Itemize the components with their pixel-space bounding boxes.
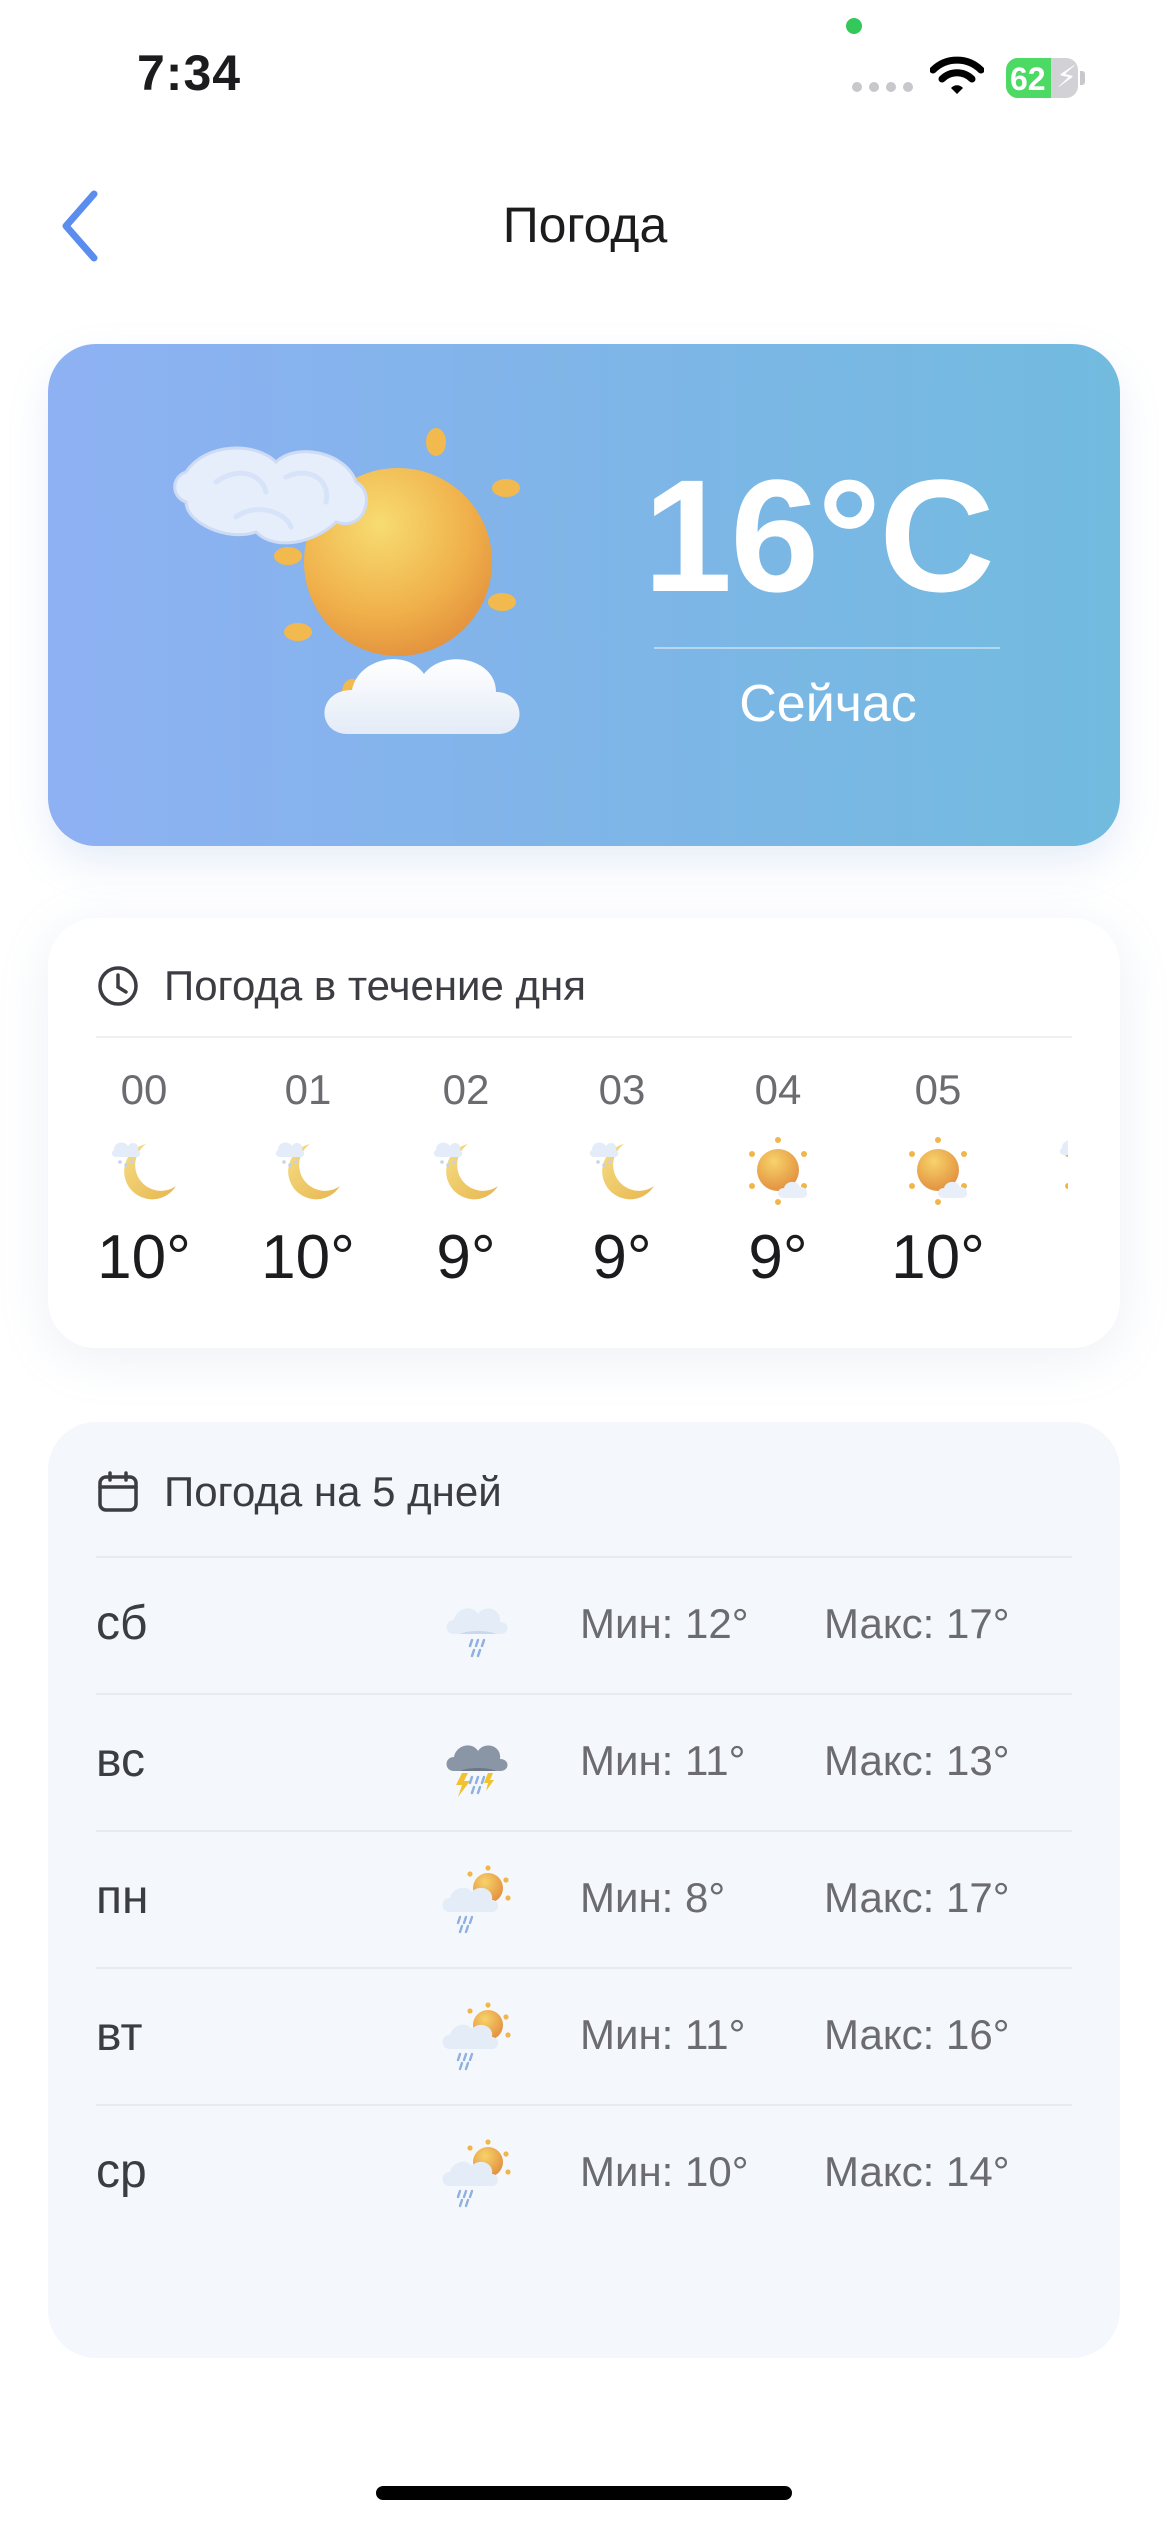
day-row: вт Мин: 11° Макс: 16°	[96, 1967, 1072, 2103]
hour-temperature: 10°	[261, 1223, 355, 1292]
privacy-indicator-dot	[846, 18, 862, 34]
daily-header: Погода на 5 дней	[96, 1468, 502, 1516]
hour-temperature: 9°	[436, 1223, 496, 1292]
sun-cloud-rain-icon	[438, 2136, 514, 2217]
hourly-forecast-card: Погода в течение дня 00 10° 01 10° 02 9° 03 9° 0…	[48, 918, 1120, 1348]
day-name: вт	[96, 2008, 143, 2061]
day-row: вс Мин: 11° Макс: 13°	[96, 1693, 1072, 1829]
hour-temperature: 1	[1024, 1222, 1068, 1293]
hour-label: 01	[284, 1066, 332, 1113]
battery-charging-icon: 62 ⚡	[1006, 58, 1086, 98]
sun-cloud-rain-icon	[438, 1999, 514, 2080]
day-name: пн	[96, 1871, 149, 1924]
hour-label: 05	[914, 1066, 962, 1113]
current-label: Сейчас	[739, 675, 917, 733]
moon-cloud-icon	[428, 1132, 504, 1213]
moon-cloud-icon	[270, 1132, 346, 1213]
day-name: вс	[96, 1734, 145, 1787]
day-name: сб	[96, 1597, 148, 1650]
day-min-temp: Мин: 8°	[580, 1874, 726, 1921]
day-row: сб Мин: 12° Макс: 17°	[96, 1556, 1072, 1692]
page-title: Погода	[502, 197, 668, 253]
divider	[654, 647, 1000, 649]
signal-dots-icon	[852, 82, 913, 92]
sun-wind-cloud-icon	[173, 428, 520, 734]
day-row: ср Мин: 10° Макс: 14°	[96, 2104, 1072, 2240]
day-min-temp: Мин: 10°	[580, 2148, 749, 2195]
day-row: пн Мин: 8° Макс: 17°	[96, 1830, 1072, 1966]
divider	[96, 1556, 1072, 1558]
hour-temperature: 9°	[748, 1223, 808, 1292]
day-max-temp: Макс: 17°	[824, 1600, 1010, 1647]
hour-label: 00	[120, 1066, 168, 1113]
sun-icon	[1056, 1132, 1068, 1213]
bolt-icon: ⚡	[1056, 61, 1078, 94]
hour-label: 04	[754, 1066, 802, 1113]
daily-title: Погода на 5 дней	[164, 1468, 502, 1515]
clock-icon	[98, 966, 138, 1006]
thunderstorm-icon	[438, 1725, 514, 1806]
battery-percent: 62	[1010, 61, 1046, 97]
home-indicator[interactable]	[376, 2486, 792, 2500]
hour-temperature: 10°	[97, 1223, 191, 1292]
daily-forecast-card: Погода на 5 дней сб Мин: 12° Макс: 17° вс Ми…	[48, 1422, 1120, 2358]
hour-label: 03	[598, 1066, 646, 1113]
sun-cloud-rain-icon	[438, 1862, 514, 1943]
day-max-temp: Макс: 13°	[824, 1737, 1010, 1784]
hourly-header: Погода в течение дня	[96, 962, 586, 1010]
hourly-scroll[interactable]: 00 10° 01 10° 02 9° 03 9° 04 9° 05 10° 06 1	[48, 1036, 1068, 1336]
calendar-icon	[98, 1471, 138, 1512]
hour-temperature: 9°	[592, 1223, 652, 1292]
day-max-temp: Макс: 14°	[824, 2148, 1010, 2195]
divider	[96, 1693, 1072, 1695]
day-min-temp: Мин: 11°	[580, 2011, 746, 2058]
divider	[96, 2104, 1072, 2106]
status-time: 7:34	[137, 45, 242, 101]
current-temperature: 16°C	[643, 446, 995, 625]
divider	[96, 1967, 1072, 1969]
day-max-temp: Макс: 16°	[824, 2011, 1010, 2058]
hour-temperature: 10°	[891, 1223, 985, 1292]
day-name: ср	[96, 2145, 147, 2198]
hour-label: 06	[1034, 1066, 1068, 1114]
day-min-temp: Мин: 12°	[580, 1600, 749, 1647]
hourly-title: Погода в течение дня	[164, 962, 586, 1009]
hour-label: 02	[442, 1066, 490, 1113]
day-min-temp: Мин: 11°	[580, 1737, 746, 1784]
divider	[96, 1830, 1072, 1832]
moon-cloud-icon	[584, 1132, 660, 1213]
sun-cloud-icon	[900, 1132, 976, 1213]
cloud-rain-icon	[438, 1588, 514, 1669]
day-max-temp: Макс: 17°	[824, 1874, 1010, 1921]
current-weather-card: 16°C Сейчас	[48, 344, 1120, 846]
sun-cloud-icon	[740, 1132, 816, 1213]
moon-cloud-icon	[106, 1132, 182, 1213]
wifi-icon	[930, 56, 984, 94]
